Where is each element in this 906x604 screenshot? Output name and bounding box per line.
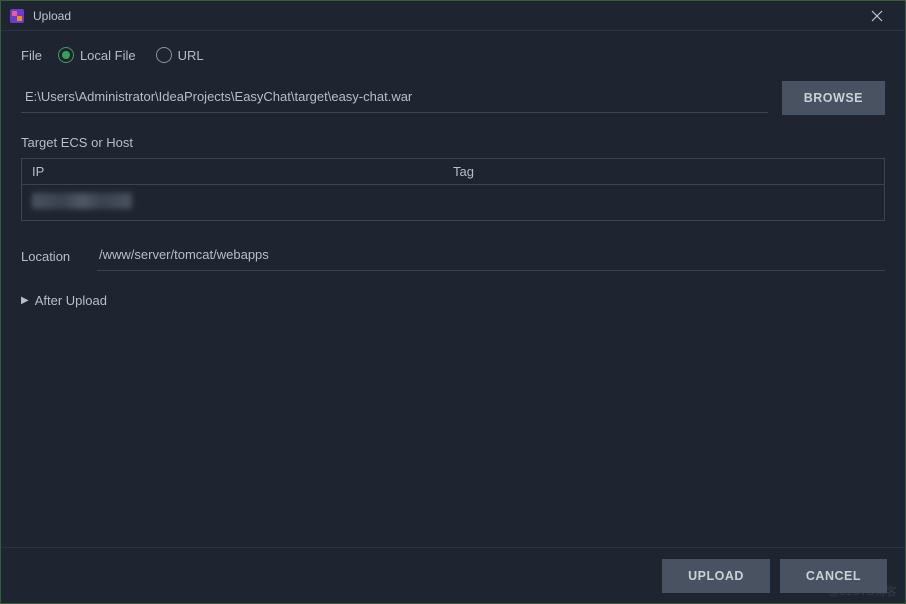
table-cell-tag: [453, 193, 874, 212]
dialog-footer: UPLOAD CANCEL: [1, 547, 905, 603]
radio-selected-icon: [58, 47, 74, 63]
location-label: Location: [21, 249, 81, 264]
radio-unselected-icon: [156, 47, 172, 63]
file-source-row: File Local File URL: [21, 47, 885, 63]
table-cell-ip: [32, 193, 453, 212]
radio-url[interactable]: URL: [156, 47, 204, 63]
location-input[interactable]: [97, 241, 885, 271]
upload-button[interactable]: UPLOAD: [662, 559, 770, 593]
dialog-content: File Local File URL BROWSE Target ECS or…: [1, 31, 905, 324]
file-label: File: [21, 48, 42, 63]
column-header-tag: Tag: [453, 164, 874, 179]
radio-url-label: URL: [178, 48, 204, 63]
app-icon: [9, 8, 25, 24]
table-header: IP Tag: [22, 159, 884, 185]
target-table: IP Tag: [21, 158, 885, 221]
after-upload-label: After Upload: [35, 293, 107, 308]
file-path-input[interactable]: [21, 83, 768, 113]
expand-right-icon: ▶: [21, 295, 29, 306]
cancel-button[interactable]: CANCEL: [780, 559, 887, 593]
window-title: Upload: [33, 9, 857, 23]
file-source-radio-group: Local File URL: [58, 47, 204, 63]
column-header-ip: IP: [32, 164, 453, 179]
after-upload-toggle[interactable]: ▶ After Upload: [21, 293, 885, 308]
table-row[interactable]: [22, 185, 884, 220]
radio-local-label: Local File: [80, 48, 136, 63]
redacted-ip: [32, 193, 132, 209]
titlebar: Upload: [1, 1, 905, 31]
close-button[interactable]: [857, 2, 897, 30]
file-path-row: BROWSE: [21, 81, 885, 115]
target-section-label: Target ECS or Host: [21, 135, 885, 150]
browse-button[interactable]: BROWSE: [782, 81, 885, 115]
radio-local-file[interactable]: Local File: [58, 47, 136, 63]
location-row: Location: [21, 241, 885, 271]
